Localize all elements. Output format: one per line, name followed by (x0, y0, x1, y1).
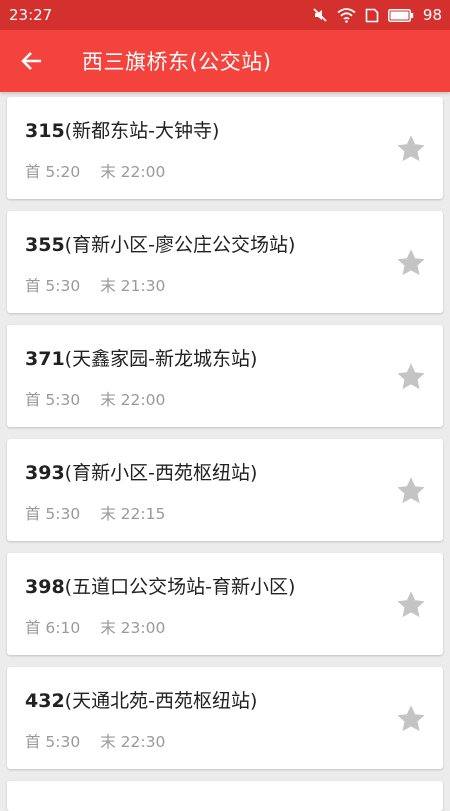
mute-icon (312, 7, 328, 23)
route-number: 393 (25, 462, 65, 484)
star-icon[interactable] (395, 361, 427, 393)
route-terminals: (育新小区-西苑枢纽站) (64, 462, 258, 484)
last-bus-time: 末 22:15 (100, 505, 166, 523)
arrow-left-icon (21, 52, 41, 70)
route-terminals: (天鑫家园-新龙城东站) (64, 348, 258, 370)
app-bar: 西三旗桥东(公交站) (0, 30, 450, 92)
route-name: 398(五道口公交场站-育新小区) (25, 575, 443, 599)
route-card-371[interactable]: 371(天鑫家园-新龙城东站) 首 5:30 末 22:00 (7, 325, 443, 427)
route-terminals: (新都东站-大钟寺) (64, 120, 220, 142)
route-name: 315(新都东站-大钟寺) (25, 119, 443, 143)
route-number: 315 (25, 120, 65, 142)
route-times: 首 5:30 末 21:30 (25, 274, 443, 296)
last-bus-time: 末 22:00 (100, 163, 166, 181)
status-time: 23:27 (9, 6, 53, 24)
route-times: 首 6:10 末 23:00 (25, 616, 443, 638)
last-bus-time: 末 21:30 (100, 277, 166, 295)
route-number: 371 (25, 348, 65, 370)
route-name: 432(天通北苑-西苑枢纽站) (25, 689, 443, 713)
last-bus-time: 末 23:00 (100, 619, 166, 637)
last-bus-time: 末 22:30 (100, 733, 166, 751)
sim-card-icon (365, 8, 379, 23)
first-bus-time: 首 5:30 (25, 277, 81, 295)
first-bus-time: 首 5:30 (25, 733, 81, 751)
wifi-icon (337, 7, 356, 23)
first-bus-time: 首 5:30 (25, 391, 81, 409)
page-title: 西三旗桥东(公交站) (82, 50, 272, 74)
route-card-315[interactable]: 315(新都东站-大钟寺) 首 5:20 末 22:00 (7, 97, 443, 199)
star-icon[interactable] (395, 133, 427, 165)
first-bus-time: 首 6:10 (25, 619, 81, 637)
route-times: 首 5:30 末 22:15 (25, 502, 443, 524)
route-card-398[interactable]: 398(五道口公交场站-育新小区) 首 6:10 末 23:00 (7, 553, 443, 655)
route-number: 432 (25, 690, 65, 712)
star-icon[interactable] (395, 247, 427, 279)
first-bus-time: 首 5:30 (25, 505, 81, 523)
route-name: 371(天鑫家园-新龙城东站) (25, 347, 443, 371)
route-card-355[interactable]: 355(育新小区-廖公庄公交场站) 首 5:30 末 21:30 (7, 211, 443, 313)
route-times: 首 5:30 末 22:30 (25, 730, 443, 752)
route-card-432[interactable]: 432(天通北苑-西苑枢纽站) 首 5:30 末 22:30 (7, 667, 443, 769)
route-number: 355 (25, 234, 65, 256)
first-bus-time: 首 5:20 (25, 163, 81, 181)
route-terminals: (五道口公交场站-育新小区) (64, 576, 296, 598)
route-times: 首 5:20 末 22:00 (25, 160, 443, 182)
route-name: 355(育新小区-廖公庄公交场站) (25, 233, 443, 257)
route-number: 398 (25, 576, 65, 598)
route-card-partial[interactable] (7, 781, 443, 811)
star-icon[interactable] (395, 589, 427, 621)
last-bus-time: 末 22:00 (100, 391, 166, 409)
route-name: 393(育新小区-西苑枢纽站) (25, 461, 443, 485)
star-icon[interactable] (395, 475, 427, 507)
star-icon[interactable] (395, 703, 427, 735)
route-card-393[interactable]: 393(育新小区-西苑枢纽站) 首 5:30 末 22:15 (7, 439, 443, 541)
status-icons: 98 (312, 6, 442, 24)
route-terminals: (天通北苑-西苑枢纽站) (64, 690, 258, 712)
status-bar: 23:27 98 (0, 0, 450, 30)
back-button[interactable] (0, 30, 64, 92)
route-terminals: (育新小区-廖公庄公交场站) (64, 234, 296, 256)
battery-level: 98 (422, 6, 442, 24)
route-times: 首 5:30 末 22:00 (25, 388, 443, 410)
battery-icon (387, 8, 414, 22)
route-list: 315(新都东站-大钟寺) 首 5:20 末 22:00 355(育新小区-廖公… (0, 92, 450, 811)
